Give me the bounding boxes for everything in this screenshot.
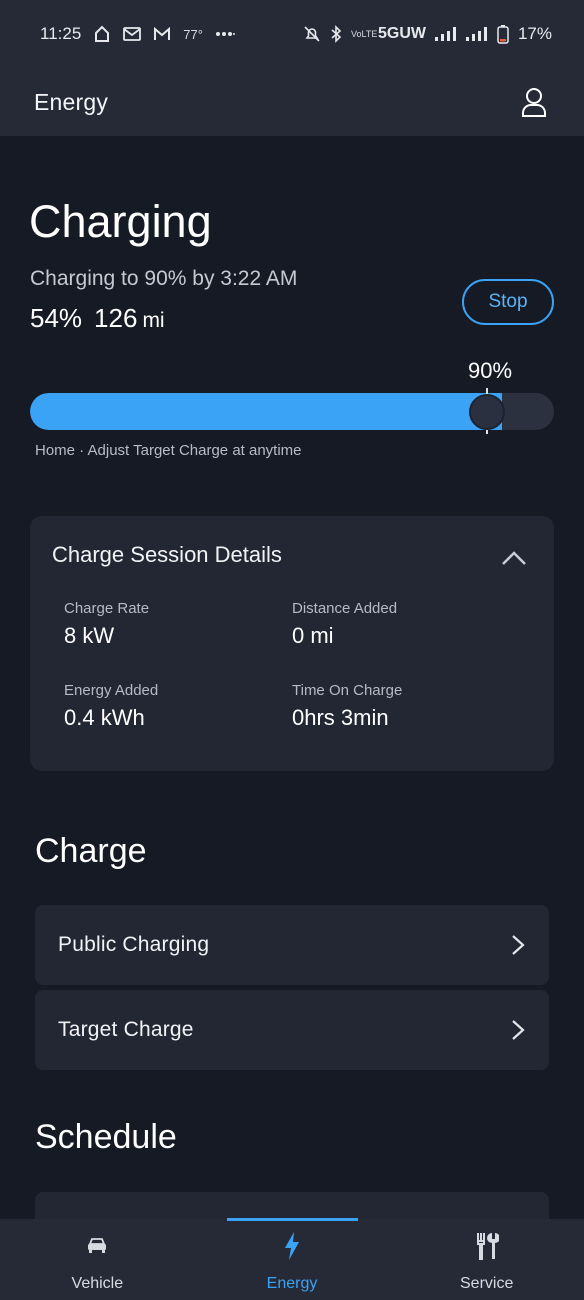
nav-label-vehicle: Vehicle — [71, 1275, 124, 1292]
active-tab-indicator — [227, 1218, 358, 1221]
time-on-charge-value: 0hrs 3min — [292, 705, 389, 730]
target-charge-label: 90% — [468, 358, 513, 383]
distance-added: Distance Added 0 mi — [292, 600, 397, 649]
distance-added-label: Distance Added — [292, 600, 398, 617]
charging-title: Charging — [29, 196, 212, 247]
signal-icon-2 — [465, 27, 488, 41]
mute-icon — [303, 25, 321, 43]
volte-label: VoLTE — [350, 28, 378, 39]
energy-added-value: 0.4 kWh — [64, 705, 145, 730]
profile-button[interactable] — [518, 86, 550, 118]
status-bar: 11:25 77° VoLTE 5GUW 17% — [0, 0, 584, 68]
bottom-nav: Vehicle Energy Service — [0, 1219, 584, 1300]
target-charge-slider-handle[interactable] — [469, 394, 505, 430]
charge-rate: Charge Rate 8 kW — [64, 600, 149, 649]
charge-rate-value: 8 kW — [64, 623, 115, 648]
slider-hint: Home · Adjust Target Charge at anytime — [35, 442, 302, 459]
state-of-charge: 54% — [30, 303, 83, 333]
charge-level-fill — [30, 393, 502, 430]
charge-rate-label: Charge Rate — [64, 600, 150, 617]
home-icon — [93, 25, 111, 43]
battery-icon — [497, 24, 509, 44]
network-label: 5GUW — [377, 25, 426, 42]
car-icon — [86, 1231, 108, 1261]
mail-icon — [123, 27, 142, 41]
bluetooth-icon — [330, 25, 342, 43]
chevron-right-icon — [511, 1019, 525, 1041]
user-icon — [522, 88, 546, 117]
more-dots-icon — [215, 31, 235, 37]
charge-session-details-card: Charge Session Details Charge Rate 8 kW … — [30, 516, 554, 771]
nav-label-energy: Energy — [266, 1275, 318, 1292]
stop-charging-button[interactable]: Stop — [462, 279, 554, 325]
lightning-icon — [283, 1231, 301, 1261]
target-charge-item[interactable]: Target Charge — [35, 990, 549, 1070]
range-value: 126 — [94, 303, 138, 333]
session-details-title: Charge Session Details — [52, 542, 282, 567]
page-header-title: Energy — [34, 88, 109, 115]
energy-added: Energy Added 0.4 kWh — [64, 682, 158, 731]
nav-tab-service[interactable]: Service — [389, 1219, 584, 1300]
distance-added-value: 0 mi — [292, 623, 334, 648]
status-time: 11:25 — [40, 24, 82, 43]
public-charging-item[interactable]: Public Charging — [35, 905, 549, 985]
screen: 11:25 77° VoLTE 5GUW 17% Energy Charging… — [0, 0, 584, 1300]
schedule-section-title: Schedule — [35, 1118, 177, 1156]
tools-icon — [475, 1231, 499, 1261]
range-readout: 126 mi — [94, 303, 165, 334]
charge-summary: 54% 126 mi — [30, 303, 165, 334]
battery-percent: 17% — [517, 24, 552, 43]
signal-icon — [434, 27, 457, 41]
public-charging-label: Public Charging — [58, 933, 210, 956]
charging-status: Charging to 90% by 3:22 AM — [30, 267, 298, 290]
range-unit: mi — [142, 309, 165, 332]
chevron-right-icon — [511, 934, 525, 956]
nav-tab-vehicle[interactable]: Vehicle — [0, 1219, 195, 1300]
time-on-charge: Time On Charge 0hrs 3min — [292, 682, 402, 731]
charge-section-title: Charge — [35, 832, 147, 870]
energy-added-label: Energy Added — [64, 682, 159, 699]
collapse-button[interactable] — [500, 544, 528, 572]
gmail-icon — [153, 27, 171, 41]
app-header: Energy — [0, 68, 584, 136]
chevron-up-icon — [502, 551, 526, 565]
nav-label-service: Service — [460, 1275, 514, 1292]
status-temperature: 77° — [183, 26, 203, 42]
target-charge-label-item: Target Charge — [58, 1018, 194, 1041]
time-on-charge-label: Time On Charge — [292, 682, 403, 699]
nav-tab-energy[interactable]: Energy — [195, 1219, 390, 1300]
